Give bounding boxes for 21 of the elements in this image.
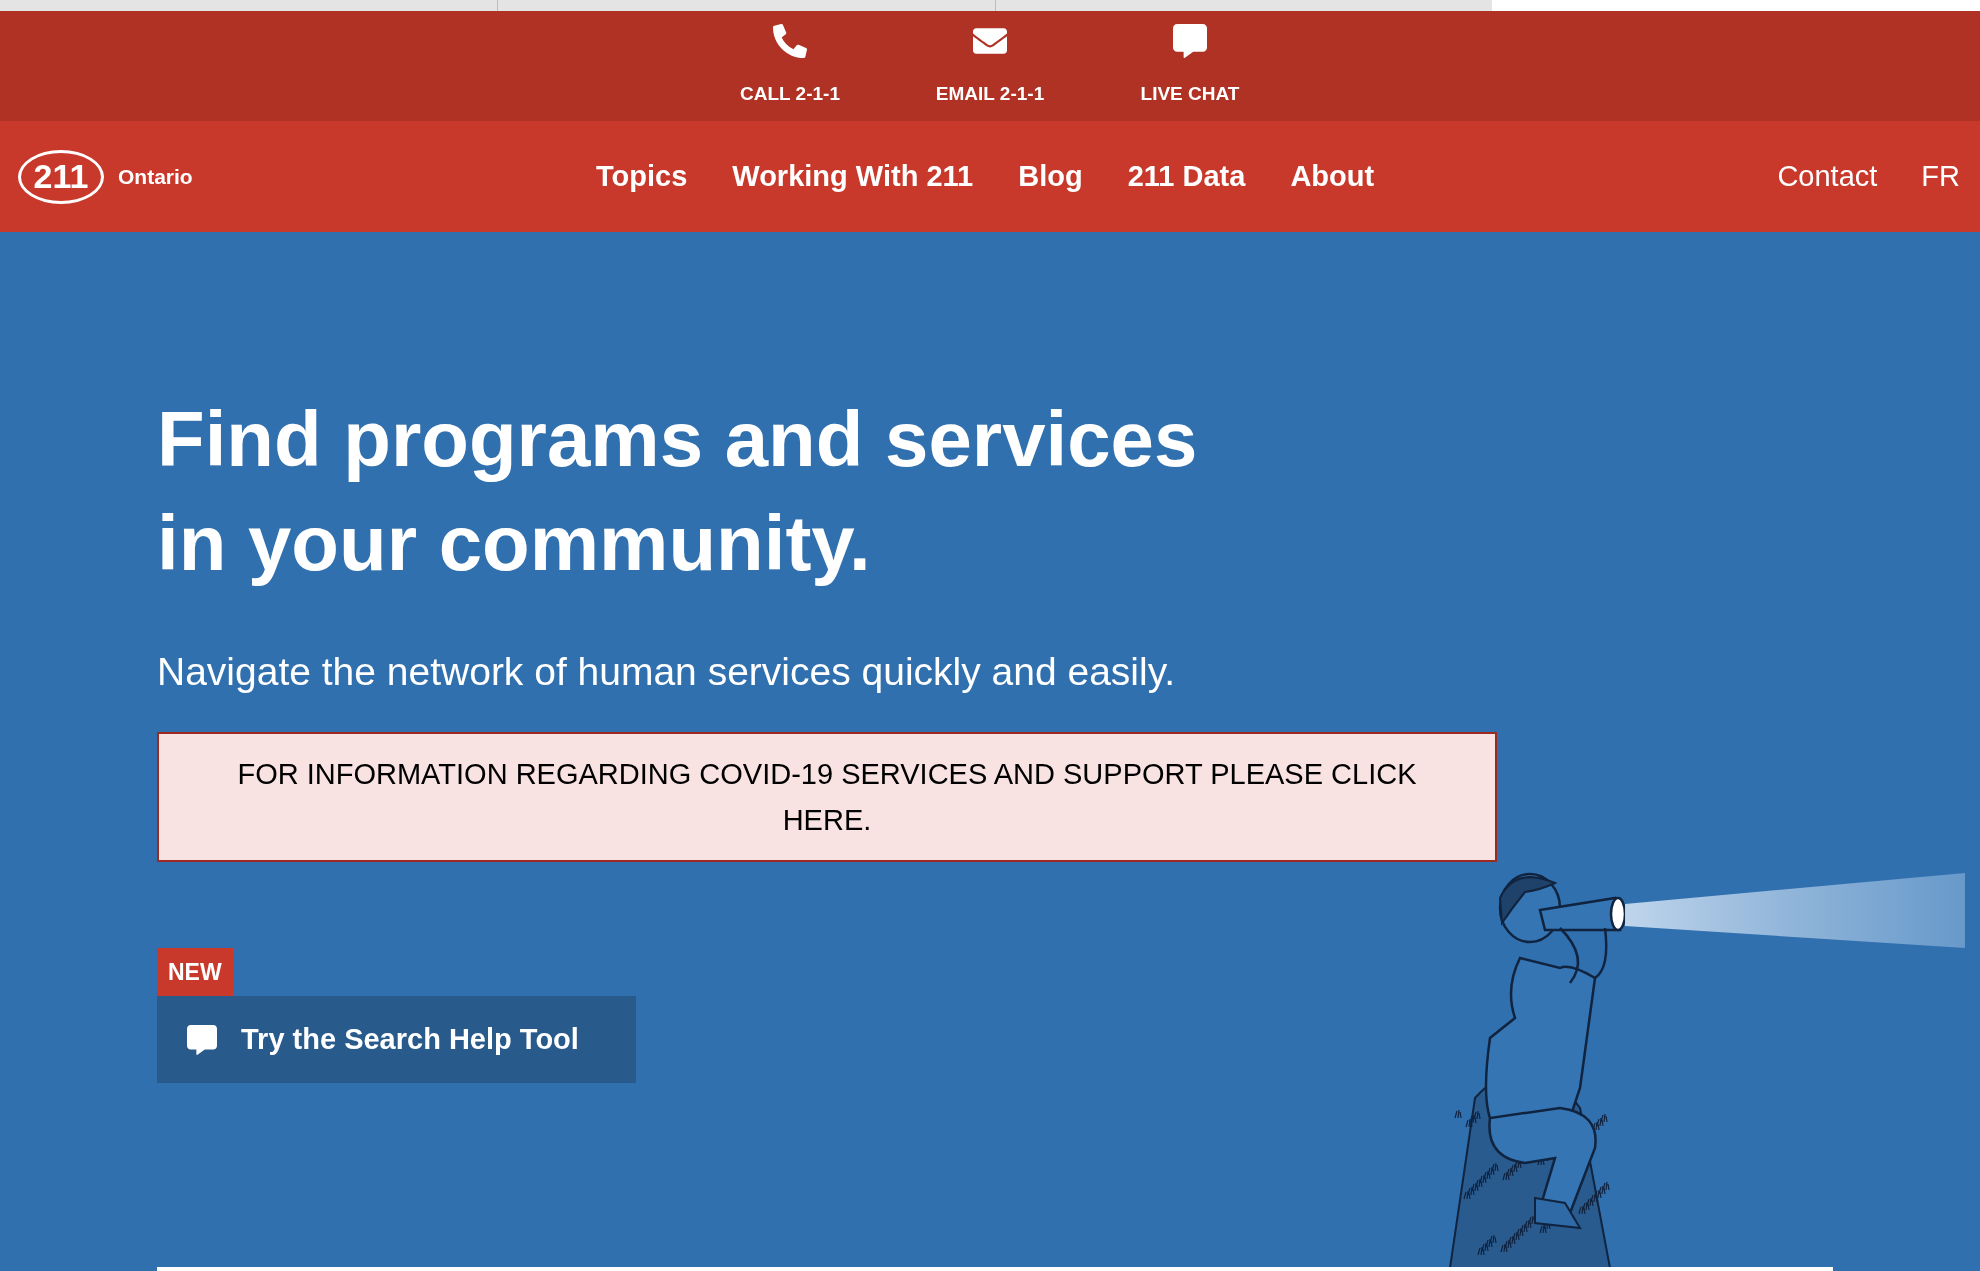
nav-link[interactable]: Topics bbox=[596, 154, 688, 199]
covid-notice-link[interactable]: FOR INFORMATION REGARDING COVID-19 SERVICES AND SUPPORT PLEASE CLICK HERE. bbox=[157, 731, 1497, 862]
nav-link[interactable]: 211 Data bbox=[1127, 154, 1246, 199]
logo-name: Ontario bbox=[118, 163, 193, 190]
hero-subtitle: Navigate the network of human services quickly and easily. bbox=[157, 649, 1177, 695]
helpline-option[interactable]: CALL 2-1-1 bbox=[730, 23, 850, 109]
logo-mark: 211 bbox=[18, 149, 104, 204]
chat-bubble-icon bbox=[185, 1024, 219, 1055]
new-badge: NEW bbox=[157, 947, 233, 996]
nav-link[interactable]: Blog bbox=[1018, 154, 1083, 199]
nav-link[interactable]: About bbox=[1290, 154, 1375, 199]
helpline-option[interactable]: EMAIL 2-1-1 bbox=[930, 23, 1050, 109]
phone-icon bbox=[770, 23, 810, 58]
chat-bubble-icon bbox=[1170, 23, 1210, 58]
nav-link[interactable]: Working With 211 bbox=[732, 154, 974, 199]
hero-heading: Find programs and services in your community. bbox=[157, 394, 1199, 589]
helpline-option[interactable]: LIVE CHAT bbox=[1130, 23, 1250, 109]
nav-link[interactable]: FR bbox=[1921, 154, 1960, 199]
nav-link[interactable]: Contact bbox=[1777, 154, 1878, 199]
search-help-button[interactable]: Try the Search Help Tool bbox=[157, 996, 636, 1083]
logo[interactable]: 211 Ontario bbox=[18, 149, 578, 204]
